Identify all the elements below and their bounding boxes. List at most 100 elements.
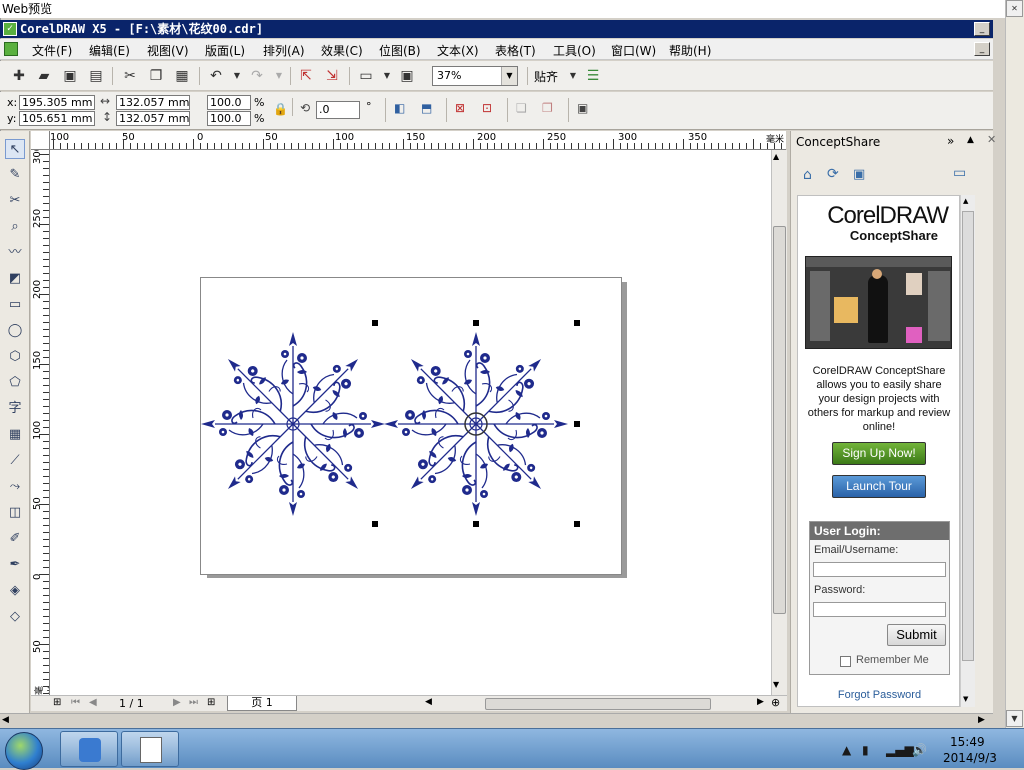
cut-icon[interactable]: ✂ [121,67,139,85]
save-to-web-icon[interactable]: ▣ [853,167,865,182]
scroll-up-icon[interactable]: ▲ [773,152,779,161]
previous-page-icon[interactable]: ◀ [89,697,97,708]
next-page-icon[interactable]: ▶ [173,697,181,708]
scale-y-field[interactable]: 100.0 [207,111,251,126]
print-icon[interactable]: ▤ [87,67,105,85]
menu-bitmaps[interactable]: 位图(B) [379,42,421,59]
menu-layout[interactable]: 版面(L) [205,42,245,59]
import-icon[interactable]: ⇱ [297,67,315,85]
width-field[interactable]: 132.057 mm [116,95,190,110]
first-page-icon[interactable]: ⏮ [71,697,80,708]
password-field[interactable] [813,602,946,617]
welcome-screen-icon[interactable]: ▣ [398,67,416,85]
crop-tool-icon[interactable]: ✂ [5,191,25,211]
taskbar-app-security[interactable] [60,731,118,767]
scroll-down-icon[interactable]: ▼ [773,680,779,689]
show-hidden-icons-icon[interactable]: ▲ [842,743,851,757]
copy-icon[interactable]: ❐ [147,67,165,85]
preview-vertical-scrollbar[interactable]: ✕ ▼ [1005,0,1024,728]
preview-close-icon[interactable]: ✕ [1006,0,1023,17]
canvas-horizontal-thumb[interactable] [485,698,711,710]
menu-edit[interactable]: 编辑(E) [89,42,130,59]
network-icon[interactable]: ▂▄▆ [886,743,914,757]
menu-file[interactable]: 文件(F) [32,42,72,59]
y-position-field[interactable]: 105.651 mm [19,111,95,126]
undo-dropdown-icon[interactable]: ▼ [228,67,246,85]
outline-position-icon[interactable]: ▣ [577,101,588,115]
drawing-canvas[interactable] [50,150,771,695]
weld-icon[interactable]: ❏ [516,101,527,115]
email-field[interactable] [813,562,946,577]
docker-expand-icon[interactable]: » [947,134,954,148]
zoom-level-select[interactable]: 37% ▼ [432,66,518,86]
new-document-icon[interactable]: ✚ [10,67,28,85]
menu-tools[interactable]: 工具(O) [553,42,596,59]
page-tab[interactable]: 页 1 [227,696,297,711]
x-position-field[interactable]: 195.305 mm [19,95,95,110]
launcher-dropdown-icon[interactable]: ▼ [378,67,396,85]
outline-pen-tool-icon[interactable]: ✒ [5,555,25,575]
home-icon[interactable]: ⌂ [803,167,812,183]
paste-icon[interactable]: ▦ [173,67,191,85]
snap-to-menu[interactable]: 贴齐 [534,68,558,85]
basic-shapes-tool-icon[interactable]: ⬠ [5,373,25,393]
add-page-before-icon[interactable]: ⊞ [53,697,61,708]
menu-view[interactable]: 视图(V) [147,42,189,59]
zoom-tool-icon[interactable]: ⌕ [5,217,25,237]
horizontal-ruler[interactable]: 100 50 0 50 100 150 200 250 300 350 毫米 [50,131,786,150]
save-icon[interactable]: ▣ [61,67,79,85]
menu-text[interactable]: 文本(X) [437,42,479,59]
window-scroll-right-icon[interactable]: ▶ [978,715,985,725]
docker-scroll-up-icon[interactable]: ▲ [963,197,968,205]
scale-x-field[interactable]: 100.0 [207,95,251,110]
docker-collapse-icon[interactable]: ▲ [967,135,974,145]
last-page-icon[interactable]: ⏭ [189,697,198,708]
combine-icon[interactable]: ⊠ [455,101,465,115]
ruler-origin[interactable] [31,131,50,150]
scroll-left-icon[interactable]: ◀ [425,697,432,707]
options-icon[interactable]: ☰ [584,67,602,85]
remember-me-checkbox[interactable] [840,656,851,667]
refresh-icon[interactable]: ⟳ [827,166,839,182]
zoom-dropdown-icon[interactable]: ▼ [501,67,517,85]
pick-tool-icon[interactable]: ↖ [5,139,25,159]
export-icon[interactable]: ⇲ [323,67,341,85]
redo-icon[interactable]: ↷ [248,67,266,85]
rectangle-tool-icon[interactable]: ▭ [5,295,25,315]
shape-tool-icon[interactable]: ✎ [5,165,25,185]
preview-scroll-down-icon[interactable]: ▼ [1006,710,1023,727]
minimize-button[interactable]: _ [974,22,990,36]
menu-window[interactable]: 窗口(W) [611,42,656,59]
launch-tour-button[interactable]: Launch Tour [832,475,926,498]
window-scroll-left-icon[interactable]: ◀ [2,715,9,725]
redo-dropdown-icon[interactable]: ▼ [270,67,288,85]
trim-icon[interactable]: ❐ [542,101,553,115]
left-ornament[interactable] [201,332,385,516]
polygon-tool-icon[interactable]: ⬡ [5,347,25,367]
document-icon[interactable] [4,42,18,56]
interactive-fill-tool-icon[interactable]: ◇ [5,607,25,627]
mirror-vertical-icon[interactable]: ⬒ [421,101,432,115]
forgot-password-link[interactable]: Forgot Password [798,689,959,701]
sign-up-button[interactable]: Sign Up Now! [832,442,926,465]
dimension-tool-icon[interactable]: ⟋ [5,451,25,471]
taskbar-app-coreldraw[interactable] [121,731,179,767]
rotation-field[interactable]: .0 [316,101,360,119]
clock-time[interactable]: 15:49 [950,735,985,749]
submit-button[interactable]: Submit [887,624,946,646]
undo-icon[interactable]: ↶ [207,67,225,85]
scroll-right-icon[interactable]: ▶ [757,697,764,707]
navigator-icon[interactable]: ⊕ [771,696,780,709]
application-launcher-icon[interactable]: ▭ [357,67,375,85]
volume-icon[interactable]: 🔊 [912,743,927,757]
canvas-vertical-scrollbar[interactable]: ▲ ▼ [771,150,787,695]
clock-date[interactable]: 2014/9/3 [943,751,997,765]
ellipse-tool-icon[interactable]: ◯ [5,321,25,341]
text-tool-icon[interactable]: 字 [5,399,25,419]
add-page-after-icon[interactable]: ⊞ [207,697,215,708]
menu-table[interactable]: 表格(T) [495,42,536,59]
fill-tool-icon[interactable]: ◈ [5,581,25,601]
docker-scroll-down-icon[interactable]: ▼ [963,695,968,703]
table-tool-icon[interactable]: ▦ [5,425,25,445]
snap-dropdown-icon[interactable]: ▼ [564,67,582,85]
